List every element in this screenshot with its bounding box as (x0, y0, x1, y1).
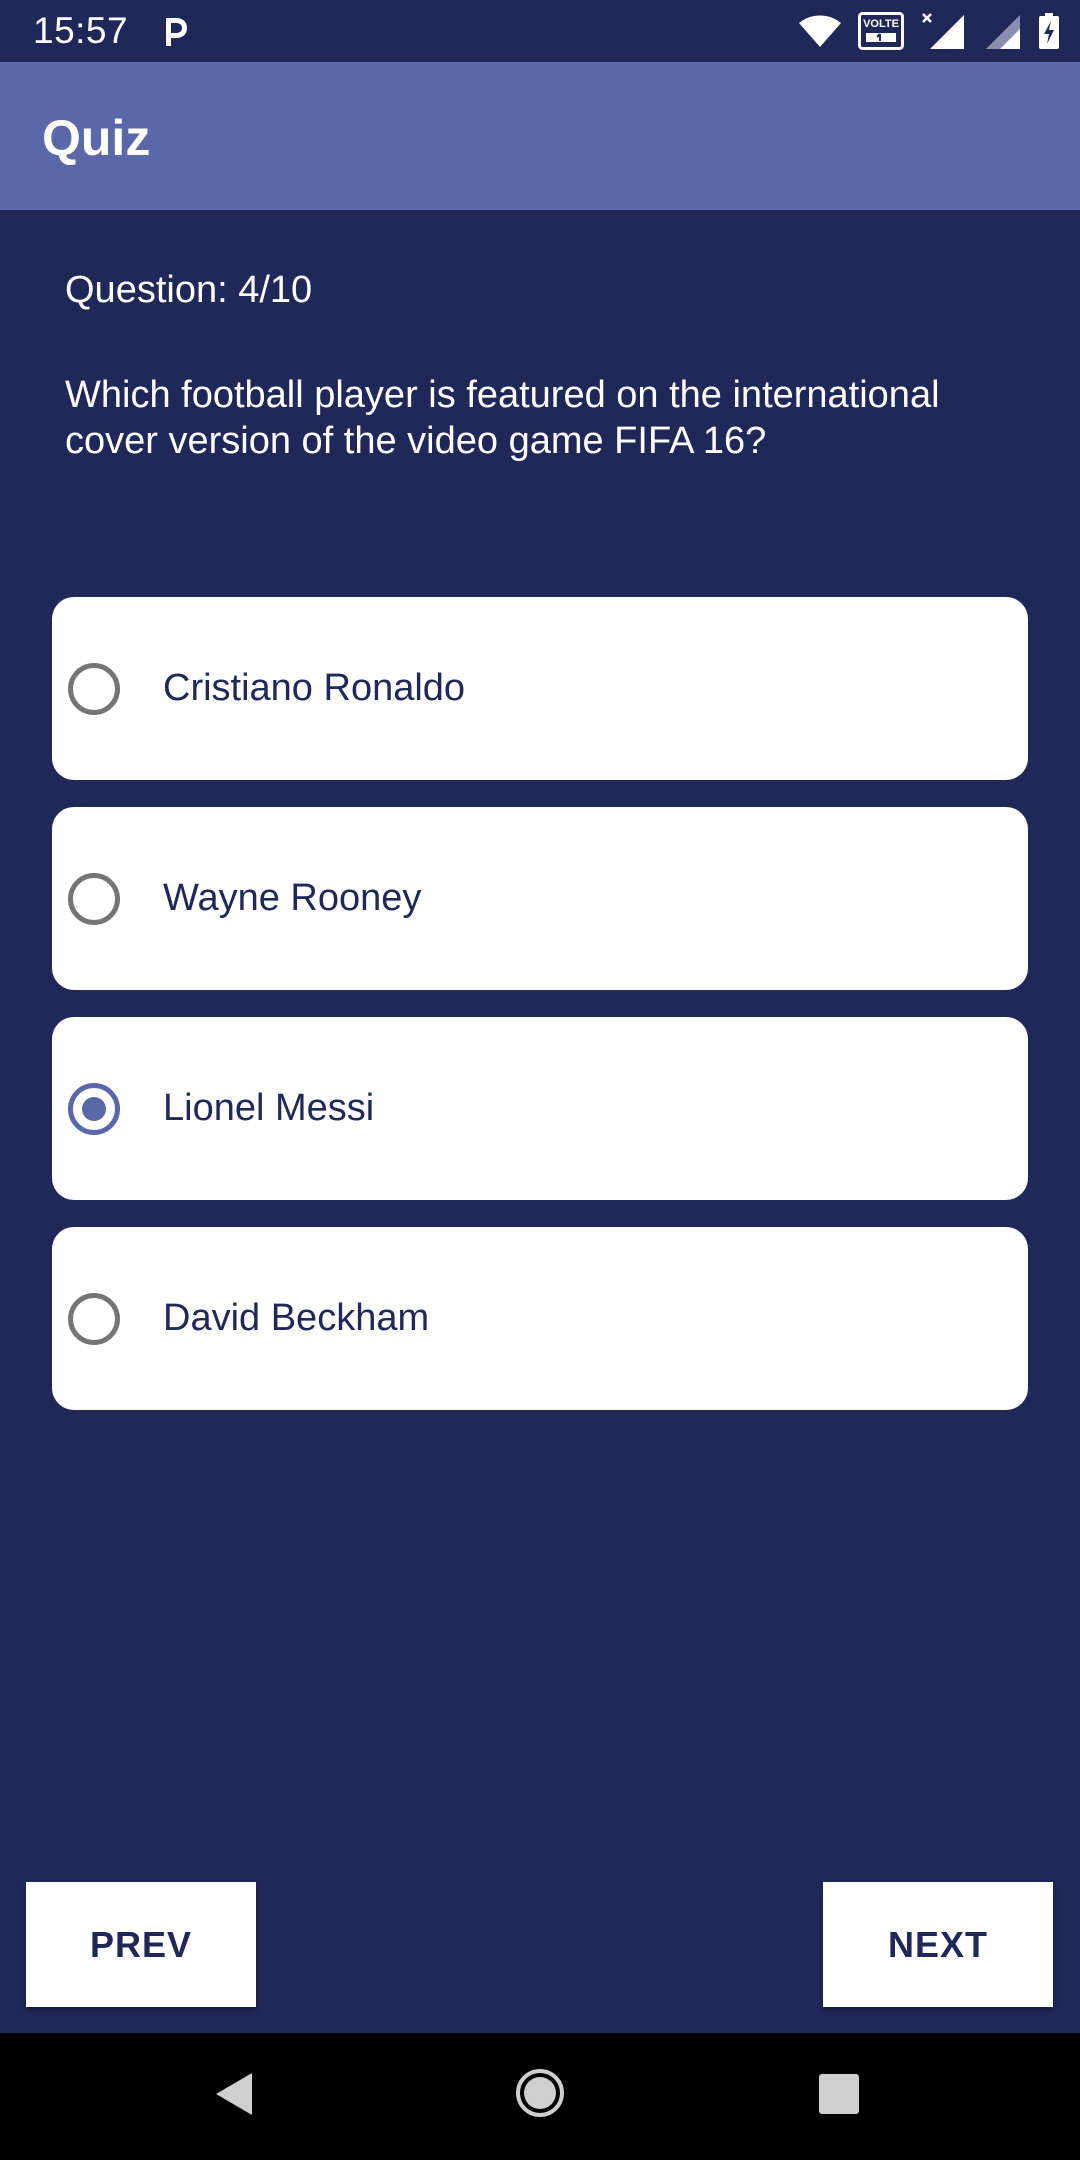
answer-option[interactable]: Cristiano Ronaldo (52, 597, 1028, 780)
status-time: 15:57 (33, 10, 129, 51)
next-button[interactable]: NEXT (823, 1882, 1053, 2007)
app-bar: Quiz (0, 62, 1080, 210)
answer-label: Lionel Messi (163, 1087, 375, 1129)
radio-button-selected[interactable] (68, 1083, 120, 1135)
prev-button[interactable]: PREV (26, 1882, 256, 2007)
answer-options: Cristiano Ronaldo Wayne Rooney Lionel Me… (52, 597, 1028, 1437)
system-navigation-bar (0, 2033, 1080, 2160)
question-text: Which football player is featured on the… (65, 374, 940, 462)
signal-icon (986, 15, 1020, 49)
answer-option[interactable]: Wayne Rooney (52, 807, 1028, 990)
recent-apps-icon[interactable] (818, 2073, 860, 2115)
answer-option[interactable]: David Beckham (52, 1227, 1028, 1410)
home-icon[interactable] (514, 2067, 566, 2119)
status-bar: 15:57 VOLTE (0, 0, 1080, 62)
status-icons: VOLTE (782, 12, 1060, 50)
radio-button[interactable] (68, 1293, 120, 1345)
volte-label: VOLTE (863, 18, 899, 30)
answer-option[interactable]: Lionel Messi (52, 1017, 1028, 1200)
answer-label: David Beckham (163, 1297, 430, 1339)
battery-charging-icon (1039, 13, 1059, 49)
question-counter: Question: 4/10 (65, 269, 313, 311)
answer-label: Wayne Rooney (163, 877, 422, 919)
back-icon[interactable] (214, 2071, 254, 2117)
radio-button[interactable] (68, 873, 120, 925)
wifi-icon (799, 15, 841, 47)
radio-button[interactable] (68, 663, 120, 715)
volte-icon: VOLTE (858, 12, 904, 50)
answer-label: Cristiano Ronaldo (163, 667, 466, 709)
radio-dot (82, 1097, 106, 1121)
signal-x-icon (922, 13, 964, 49)
parking-app-icon (166, 18, 187, 46)
app-title: Quiz (42, 110, 151, 166)
